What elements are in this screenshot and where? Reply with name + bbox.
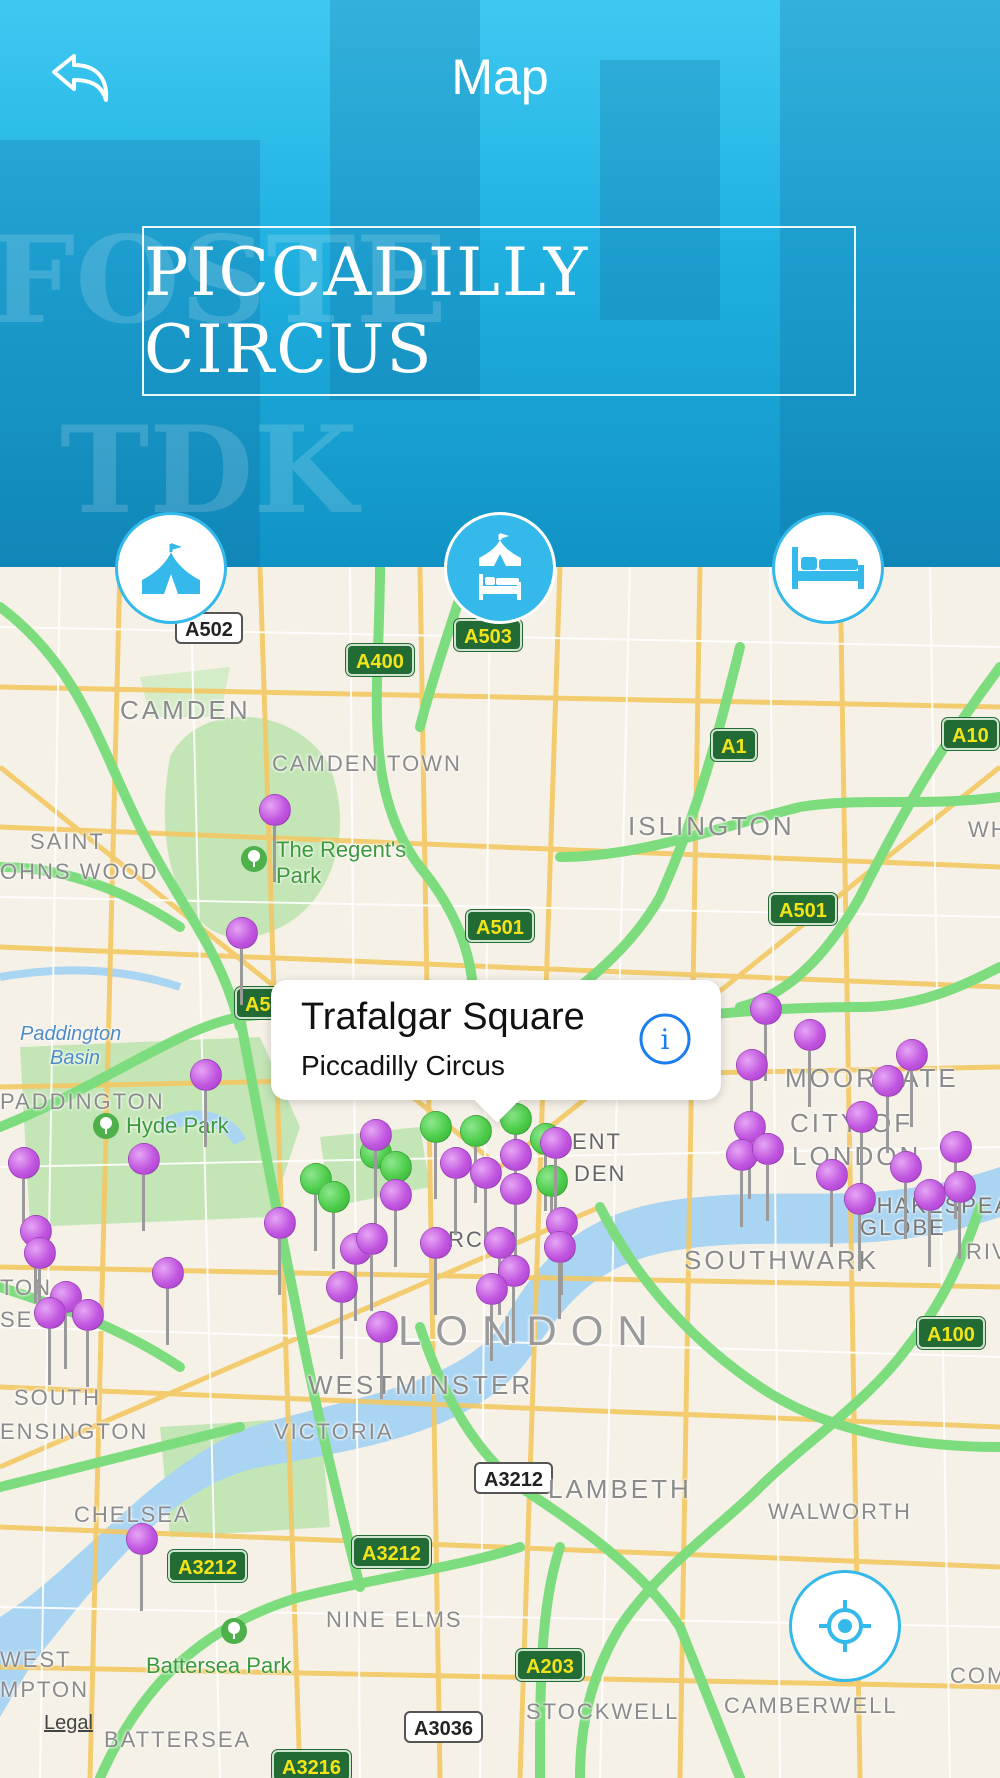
legal-link[interactable]: Legal	[44, 1712, 93, 1735]
attraction-pin[interactable]	[366, 1311, 398, 1403]
attraction-pin[interactable]	[126, 1523, 158, 1615]
road-label: A501	[466, 910, 534, 942]
area-label: CAMDEN	[120, 695, 251, 725]
park-label: Battersea Park	[146, 1653, 292, 1678]
area-label: SAINT	[30, 829, 105, 854]
road-label: A203	[516, 1649, 584, 1681]
place-callout[interactable]: Trafalgar Square Piccadilly Circus i	[271, 980, 721, 1100]
tent-and-bed-icon	[479, 533, 521, 600]
attraction-pin[interactable]	[944, 1171, 976, 1263]
area-label: VICTORIA	[274, 1419, 394, 1444]
road-label: A3216	[272, 1750, 351, 1778]
attraction-pin[interactable]	[152, 1257, 184, 1349]
attraction-pin[interactable]	[544, 1231, 576, 1323]
road-label: A503	[454, 619, 522, 651]
callout-title: Trafalgar Square	[301, 996, 585, 1038]
road-label: A100	[917, 1317, 985, 1349]
area-label: NINE ELMS	[326, 1607, 463, 1632]
hotels-filter-button[interactable]	[772, 512, 884, 624]
landmark-label: ENT	[572, 1129, 622, 1154]
area-label: ENSINGTON	[0, 1419, 149, 1444]
attraction-pin[interactable]	[356, 1223, 388, 1315]
attraction-pin[interactable]	[226, 917, 258, 1009]
attraction-pin[interactable]	[326, 1271, 358, 1363]
attraction-pin[interactable]	[476, 1273, 508, 1365]
background-sign: TDK	[60, 400, 358, 541]
attraction-pin[interactable]	[752, 1133, 784, 1225]
road-label: A3212	[352, 1536, 431, 1568]
area-label: STOCKWELL	[526, 1699, 680, 1724]
area-label: Com	[950, 1663, 1000, 1688]
road-label: A400	[346, 644, 414, 676]
place-title: PICCADILLY CIRCUS	[144, 234, 590, 388]
area-label: BATTERSEA	[104, 1727, 252, 1752]
locate-icon	[819, 1600, 871, 1652]
header: FOSTE TDK Map PICCADILLY CIRCUS	[0, 0, 1000, 567]
attraction-pin[interactable]	[440, 1147, 472, 1239]
bed-icon	[792, 547, 864, 589]
all-places-filter-button[interactable]	[444, 512, 556, 624]
attraction-pin[interactable]	[844, 1183, 876, 1275]
attraction-pin[interactable]	[128, 1143, 160, 1235]
attraction-pin[interactable]	[420, 1227, 452, 1319]
area-label: PADDINGTON	[0, 1089, 165, 1114]
attraction-pin[interactable]	[846, 1101, 878, 1193]
attractions-filter-button[interactable]	[115, 512, 227, 624]
road-label: A3036	[404, 1711, 483, 1743]
attraction-pin[interactable]	[540, 1127, 572, 1219]
tent-icon	[142, 543, 200, 594]
area-label: MPTON	[0, 1677, 90, 1702]
place-title-box: PICCADILLY CIRCUS	[142, 226, 856, 396]
area-label: CAMBERWELL	[724, 1693, 898, 1718]
map-view[interactable]: A502 A400 A503 A1 A10 A501 A501 A50 A100…	[0, 567, 1000, 1778]
attraction-pin[interactable]	[72, 1299, 104, 1391]
attraction-pin[interactable]	[914, 1179, 946, 1271]
area-label: LAMBETH	[548, 1474, 692, 1504]
area-label: WESTMINSTER	[308, 1370, 534, 1400]
attraction-pin[interactable]	[264, 1207, 296, 1299]
info-button[interactable]: i	[639, 1013, 691, 1065]
park-icon	[93, 1113, 119, 1139]
landmark-label: DEN	[574, 1161, 627, 1186]
area-label: ISLINGTON	[628, 811, 795, 841]
water-label: Paddington	[20, 1023, 122, 1045]
screen-title: Map	[451, 49, 549, 105]
road-label: A3212	[168, 1550, 247, 1582]
area-label: WALWORTH	[768, 1499, 912, 1524]
water-label: Basin	[50, 1047, 101, 1069]
area-label: Wh	[968, 817, 1000, 842]
area-label: WEST	[0, 1647, 72, 1672]
road-label: A501	[769, 893, 837, 925]
road-label: A1	[711, 729, 757, 761]
area-label: CAMDEN TOWN	[272, 751, 462, 776]
attraction-pin[interactable]	[794, 1019, 826, 1111]
park-icon	[221, 1618, 247, 1644]
area-label: OHNS WOOD	[0, 859, 159, 884]
info-icon: i	[639, 1013, 691, 1065]
road-label: A10	[942, 718, 999, 750]
callout-subtitle: Piccadilly Circus	[301, 1050, 505, 1081]
locate-me-button[interactable]	[789, 1570, 901, 1682]
attraction-pin[interactable]	[190, 1059, 222, 1151]
attraction-pin[interactable]	[259, 794, 291, 886]
road-label: A3212	[474, 1462, 553, 1494]
park-label: The Regent's	[276, 837, 407, 862]
svg-text:i: i	[661, 1023, 670, 1056]
attraction-pin[interactable]	[34, 1297, 66, 1389]
